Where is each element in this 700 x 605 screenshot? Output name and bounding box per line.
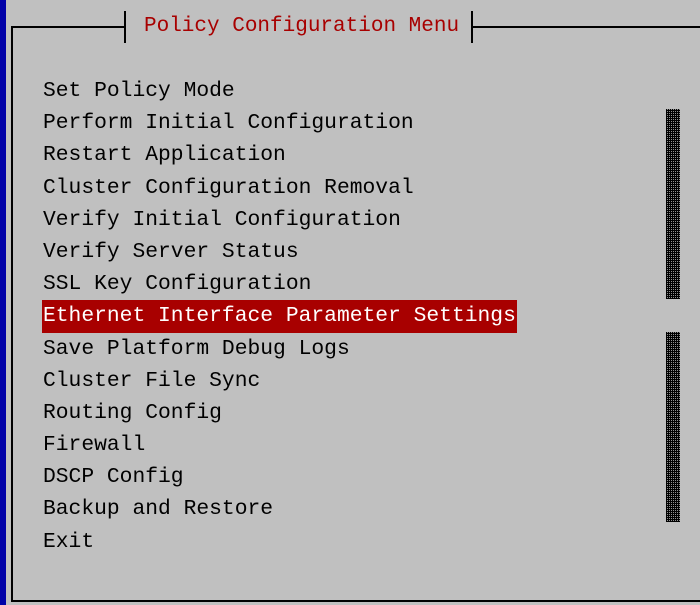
menu-item-set-policy-mode[interactable]: Set Policy Mode	[42, 75, 517, 107]
menu-item-backup-and-restore[interactable]: Backup and Restore	[42, 493, 517, 525]
dialog-title-bar: Policy Configuration Menu	[124, 10, 474, 44]
terminal-screen: Policy Configuration Menu Set Policy Mod…	[0, 0, 700, 605]
menu-item-dscp-config[interactable]: DSCP Config	[42, 461, 517, 493]
menu-item-perform-initial-configuration[interactable]: Perform Initial Configuration	[42, 107, 517, 139]
menu-item-restart-application[interactable]: Restart Application	[42, 139, 517, 171]
menu-item-ssl-key-configuration[interactable]: SSL Key Configuration	[42, 268, 517, 300]
menu-item-save-platform-debug-logs[interactable]: Save Platform Debug Logs	[42, 333, 517, 365]
menu-item-firewall[interactable]: Firewall	[42, 429, 517, 461]
scrollbar-track-lower[interactable]	[666, 332, 680, 522]
scrollbar-track-upper[interactable]	[666, 109, 680, 299]
title-right-tick	[471, 11, 474, 43]
menu-item-ethernet-interface-parameter-settings[interactable]: Ethernet Interface Parameter Settings	[42, 300, 517, 333]
menu-item-verify-server-status[interactable]: Verify Server Status	[42, 236, 517, 268]
menu-item-verify-initial-configuration[interactable]: Verify Initial Configuration	[42, 204, 517, 236]
policy-menu-list: Set Policy Mode Perform Initial Configur…	[42, 75, 517, 558]
dialog-title: Policy Configuration Menu	[144, 15, 460, 38]
menu-item-cluster-file-sync[interactable]: Cluster File Sync	[42, 365, 517, 397]
menu-item-routing-config[interactable]: Routing Config	[42, 397, 517, 429]
menu-item-exit[interactable]: Exit	[42, 526, 517, 558]
menu-item-cluster-configuration-removal[interactable]: Cluster Configuration Removal	[42, 172, 517, 204]
terminal-background-edge	[0, 0, 6, 605]
